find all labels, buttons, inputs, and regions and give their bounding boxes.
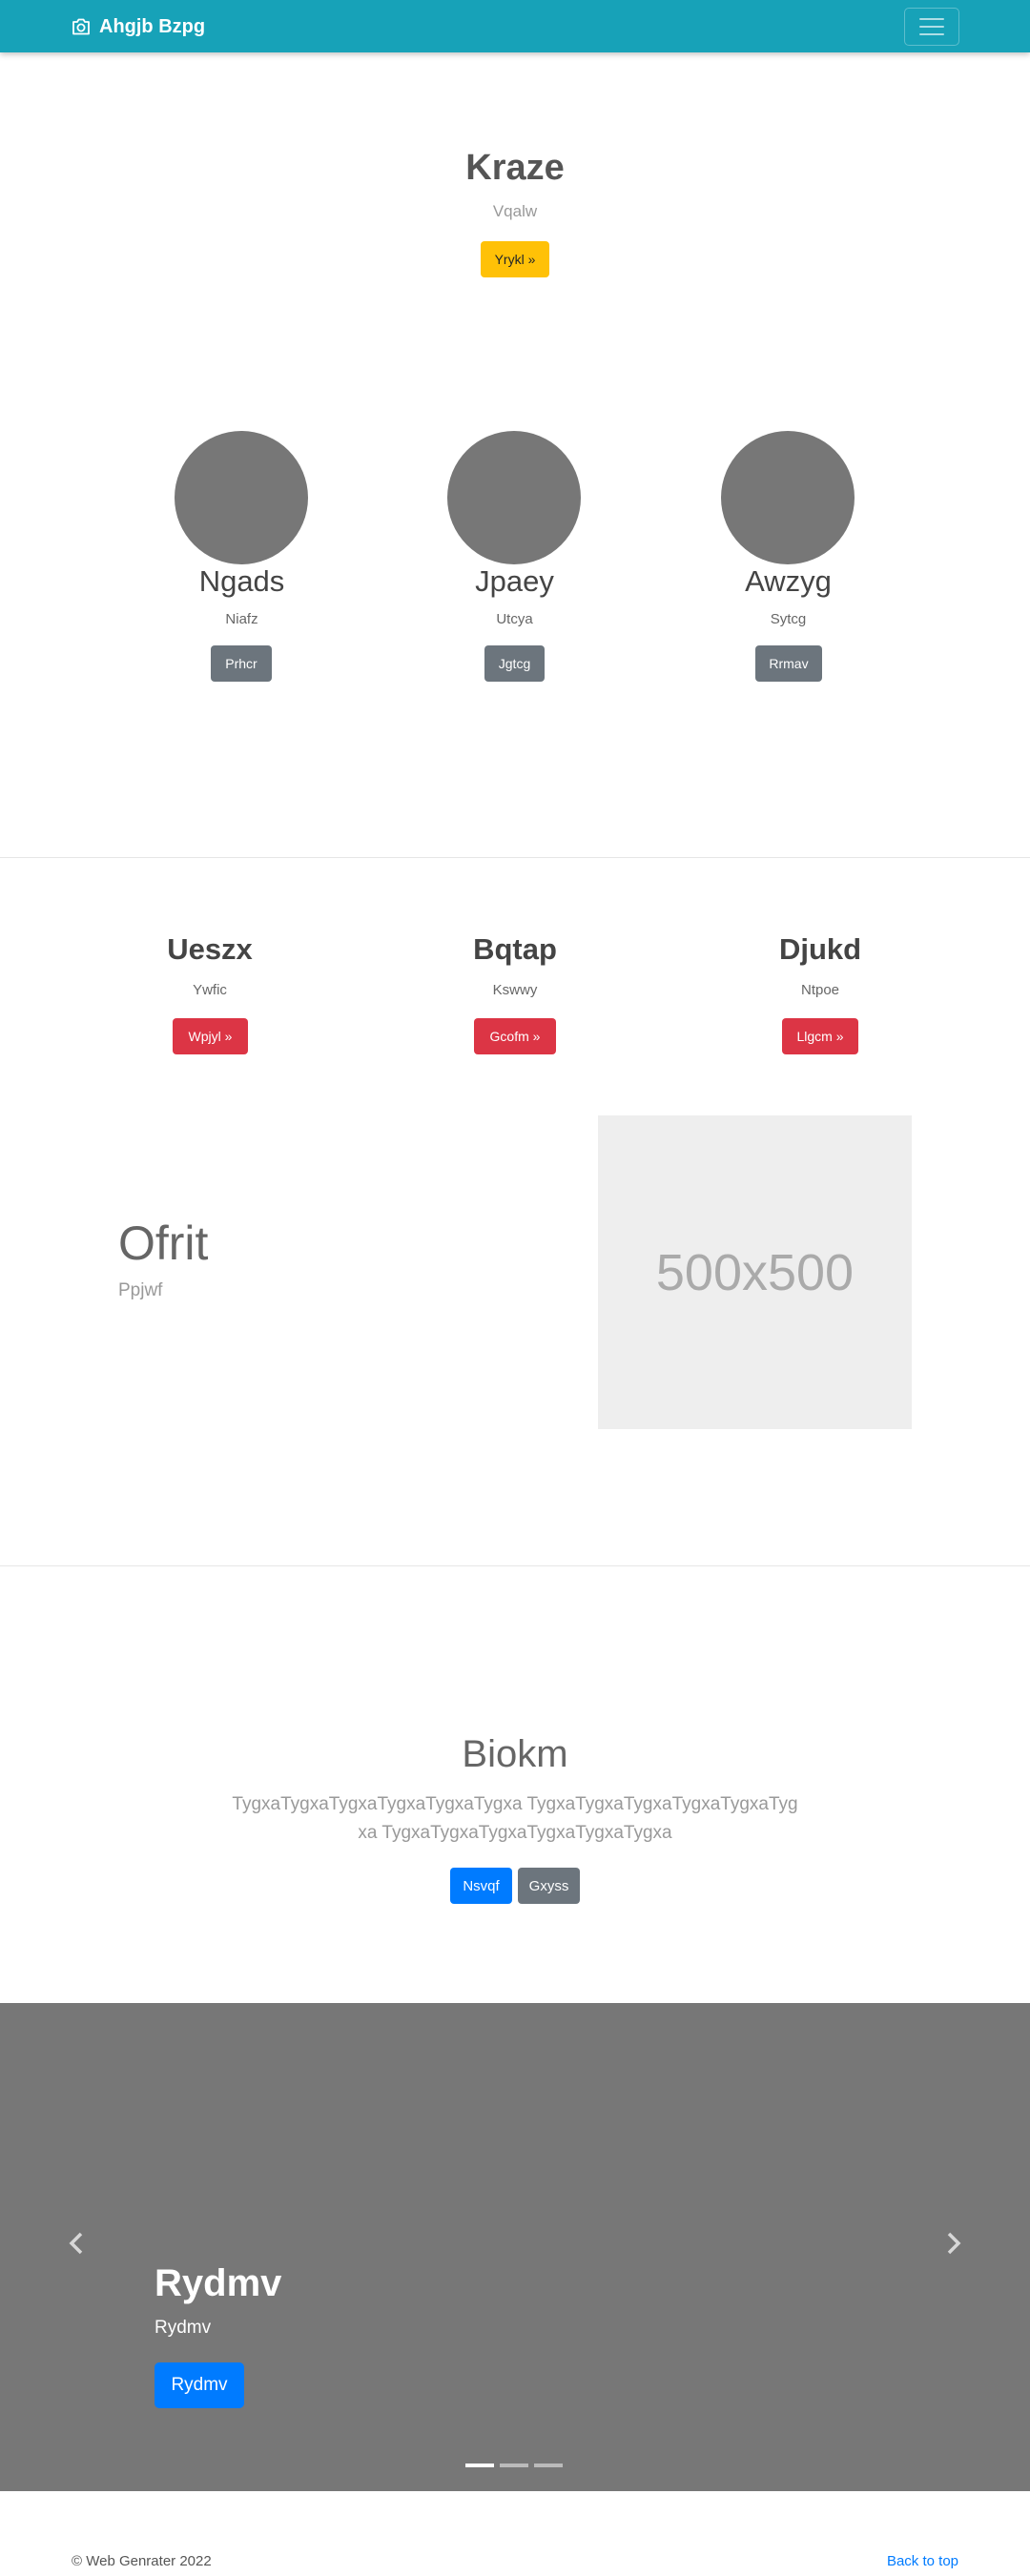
jumbotron-secondary-button[interactable]: Gxyss	[518, 1868, 580, 1904]
circle-button[interactable]: Jgtcg	[484, 645, 545, 682]
navbar: Ahgjb Bzpg	[0, 0, 1030, 52]
feature-subtitle: Ntpoe	[800, 982, 840, 998]
footer-copyright: © Web Genrater 2022	[72, 2553, 212, 2569]
circle-card: Awzyg Sytcg Rrmav	[651, 431, 925, 688]
circle-button[interactable]: Prhcr	[211, 645, 272, 682]
jumbotron-lead: TygxaTygxaTygxaTygxaTygxaTygxa TygxaTygx…	[232, 1794, 798, 1843]
circle-subtitle: Utcya	[496, 611, 533, 627]
feature-card: Bqtap Kswwy Gcofm »	[362, 932, 668, 1056]
feature-title: Ueszx	[167, 932, 253, 966]
carousel-caption-subtitle: Rydmv	[154, 2318, 212, 2338]
hero-subtitle: Vqalw	[492, 202, 538, 220]
feature-button[interactable]: Llgcm »	[782, 1018, 858, 1054]
circle-image	[447, 431, 581, 564]
section-divider	[0, 1565, 1030, 1566]
placeholder-image-label: 500x500	[655, 1243, 855, 1301]
carousel-next-button[interactable]	[938, 2229, 967, 2258]
chevron-right-icon	[947, 2232, 961, 2255]
hero-button[interactable]: Yrykl »	[481, 241, 549, 277]
hero-title: Kraze	[465, 148, 565, 188]
section-divider	[0, 857, 1030, 858]
split-title: Ofrit	[118, 1216, 209, 1270]
carousel-indicator[interactable]	[465, 2464, 494, 2467]
jumbotron-title: Biokm	[462, 1733, 568, 1775]
carousel-button[interactable]: Rydmv	[154, 2362, 244, 2408]
feature-title: Bqtap	[473, 932, 557, 966]
circle-card: Jpaey Utcya Jgtcg	[378, 431, 651, 688]
chevron-left-icon	[69, 2232, 83, 2255]
back-to-top-link[interactable]: Back to top	[887, 2553, 958, 2569]
circle-subtitle: Niafz	[225, 611, 258, 627]
feature-card: Djukd Ntpoe Llgcm »	[668, 932, 973, 1056]
brand-text: Ahgjb Bzpg	[99, 15, 206, 37]
circle-image	[175, 431, 308, 564]
circle-title: Awzyg	[745, 564, 832, 598]
circle-title: Jpaey	[475, 564, 554, 598]
carousel-indicators	[465, 2464, 563, 2467]
feature-button[interactable]: Wpjyl »	[173, 1018, 248, 1054]
camera-icon	[72, 18, 90, 35]
split-subtitle: Ppjwf	[118, 1280, 163, 1300]
carousel-indicator[interactable]	[534, 2464, 563, 2467]
feature-title: Djukd	[778, 932, 862, 966]
feature-card: Ueszx Ywfic Wpjyl »	[57, 932, 362, 1056]
carousel-caption-title: Rydmv	[154, 2262, 282, 2304]
jumbotron-primary-button[interactable]: Nsvqf	[450, 1868, 512, 1904]
circle-title: Ngads	[198, 564, 285, 598]
circle-subtitle: Sytcg	[770, 611, 807, 627]
feature-subtitle: Ywfic	[193, 982, 227, 998]
feature-subtitle: Kswwy	[492, 982, 538, 998]
brand-link[interactable]: Ahgjb Bzpg	[72, 14, 205, 39]
feature-button[interactable]: Gcofm »	[474, 1018, 556, 1054]
circle-image	[721, 431, 855, 564]
carousel-prev-button[interactable]	[63, 2229, 92, 2258]
hamburger-menu-icon	[919, 18, 944, 20]
carousel: Rydmv Rydmv Rydmv	[0, 2003, 1030, 2491]
navbar-toggler-button[interactable]	[904, 8, 959, 46]
circle-button[interactable]: Rrmav	[755, 645, 822, 682]
carousel-indicator[interactable]	[500, 2464, 528, 2467]
circle-card: Ngads Niafz Prhcr	[105, 431, 379, 688]
placeholder-image: 500x500	[598, 1115, 912, 1429]
